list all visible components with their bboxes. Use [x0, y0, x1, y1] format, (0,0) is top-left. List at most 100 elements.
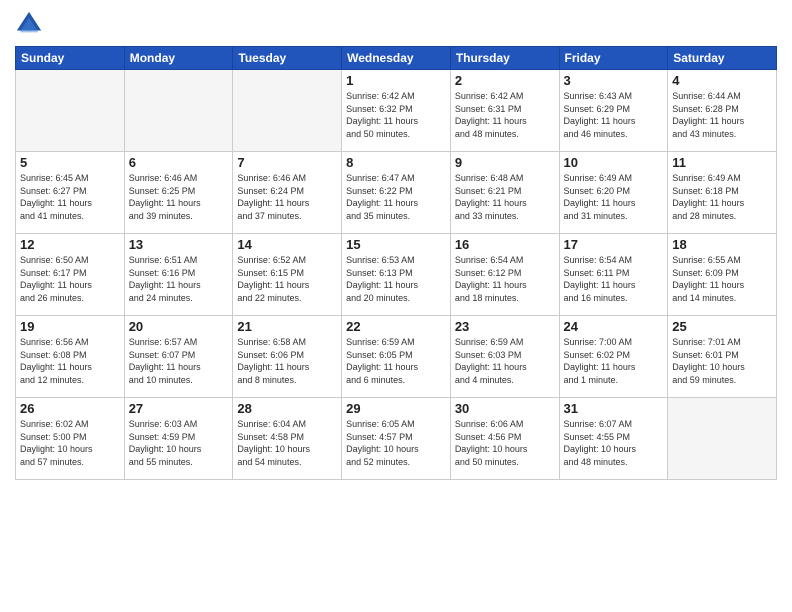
header-cell-friday: Friday	[559, 47, 668, 70]
logo	[15, 10, 47, 38]
day-number: 31	[564, 401, 664, 416]
day-info: Sunrise: 6:03 AM Sunset: 4:59 PM Dayligh…	[129, 418, 229, 468]
day-number: 21	[237, 319, 337, 334]
day-number: 11	[672, 155, 772, 170]
day-info: Sunrise: 6:43 AM Sunset: 6:29 PM Dayligh…	[564, 90, 664, 140]
day-number: 26	[20, 401, 120, 416]
day-number: 4	[672, 73, 772, 88]
day-number: 17	[564, 237, 664, 252]
week-row-0: 1Sunrise: 6:42 AM Sunset: 6:32 PM Daylig…	[16, 70, 777, 152]
day-cell: 25 Sunrise: 7:01 AM Sunset: 6:01 PM Dayli…	[668, 316, 777, 398]
day-number: 25	[672, 319, 772, 334]
day-cell: 10 Sunrise: 6:49 AM Sunset: 6:20 PM Dayli…	[559, 152, 668, 234]
header-cell-monday: Monday	[124, 47, 233, 70]
day-cell	[233, 70, 342, 152]
day-number: 27	[129, 401, 229, 416]
day-cell: 30 Sunrise: 6:06 AM Sunset: 4:56 PM Dayli…	[450, 398, 559, 480]
day-number: 5	[20, 155, 120, 170]
day-cell: 16 Sunrise: 6:54 AM Sunset: 6:12 PM Dayli…	[450, 234, 559, 316]
day-cell: 8 Sunrise: 6:47 AM Sunset: 6:22 PM Daylig…	[342, 152, 451, 234]
day-number: 28	[237, 401, 337, 416]
day-info: Sunrise: 6:54 AM Sunset: 6:11 PM Dayligh…	[564, 254, 664, 304]
day-cell: 12 Sunrise: 6:50 AM Sunset: 6:17 PM Dayli…	[16, 234, 125, 316]
page: SundayMondayTuesdayWednesdayThursdayFrid…	[0, 0, 792, 612]
day-info: Sunrise: 6:50 AM Sunset: 6:17 PM Dayligh…	[20, 254, 120, 304]
day-cell: 17 Sunrise: 6:54 AM Sunset: 6:11 PM Dayli…	[559, 234, 668, 316]
day-cell: 18 Sunrise: 6:55 AM Sunset: 6:09 PM Dayli…	[668, 234, 777, 316]
day-cell: 21 Sunrise: 6:58 AM Sunset: 6:06 PM Dayli…	[233, 316, 342, 398]
day-info: Sunrise: 6:02 AM Sunset: 5:00 PM Dayligh…	[20, 418, 120, 468]
day-number: 2	[455, 73, 555, 88]
day-number: 24	[564, 319, 664, 334]
week-row-2: 12 Sunrise: 6:50 AM Sunset: 6:17 PM Dayli…	[16, 234, 777, 316]
day-info: Sunrise: 6:58 AM Sunset: 6:06 PM Dayligh…	[237, 336, 337, 386]
day-cell: 19Sunrise: 6:56 AM Sunset: 6:08 PM Dayli…	[16, 316, 125, 398]
day-cell	[124, 70, 233, 152]
day-cell: 27 Sunrise: 6:03 AM Sunset: 4:59 PM Dayli…	[124, 398, 233, 480]
week-row-4: 26 Sunrise: 6:02 AM Sunset: 5:00 PM Dayli…	[16, 398, 777, 480]
day-number: 9	[455, 155, 555, 170]
header-cell-wednesday: Wednesday	[342, 47, 451, 70]
day-cell: 2 Sunrise: 6:42 AM Sunset: 6:31 PM Daylig…	[450, 70, 559, 152]
day-info: Sunrise: 6:51 AM Sunset: 6:16 PM Dayligh…	[129, 254, 229, 304]
day-info: Sunrise: 6:55 AM Sunset: 6:09 PM Dayligh…	[672, 254, 772, 304]
day-cell: 4 Sunrise: 6:44 AM Sunset: 6:28 PM Daylig…	[668, 70, 777, 152]
day-cell: 24Sunrise: 7:00 AM Sunset: 6:02 PM Dayli…	[559, 316, 668, 398]
day-info: Sunrise: 6:07 AM Sunset: 4:55 PM Dayligh…	[564, 418, 664, 468]
header-cell-tuesday: Tuesday	[233, 47, 342, 70]
week-row-1: 5 Sunrise: 6:45 AM Sunset: 6:27 PM Daylig…	[16, 152, 777, 234]
day-info: Sunrise: 7:01 AM Sunset: 6:01 PM Dayligh…	[672, 336, 772, 386]
day-number: 30	[455, 401, 555, 416]
day-cell: 14 Sunrise: 6:52 AM Sunset: 6:15 PM Dayli…	[233, 234, 342, 316]
day-info: Sunrise: 6:56 AM Sunset: 6:08 PM Dayligh…	[20, 336, 120, 386]
day-info: Sunrise: 6:46 AM Sunset: 6:24 PM Dayligh…	[237, 172, 337, 222]
day-cell: 9 Sunrise: 6:48 AM Sunset: 6:21 PM Daylig…	[450, 152, 559, 234]
day-info: Sunrise: 6:06 AM Sunset: 4:56 PM Dayligh…	[455, 418, 555, 468]
day-number: 10	[564, 155, 664, 170]
day-cell: 11 Sunrise: 6:49 AM Sunset: 6:18 PM Dayli…	[668, 152, 777, 234]
day-number: 29	[346, 401, 446, 416]
day-info: Sunrise: 6:05 AM Sunset: 4:57 PM Dayligh…	[346, 418, 446, 468]
logo-icon	[15, 10, 43, 38]
day-number: 7	[237, 155, 337, 170]
day-number: 18	[672, 237, 772, 252]
day-number: 13	[129, 237, 229, 252]
day-cell: 6Sunrise: 6:46 AM Sunset: 6:25 PM Daylig…	[124, 152, 233, 234]
day-info: Sunrise: 6:42 AM Sunset: 6:32 PM Dayligh…	[346, 90, 446, 140]
day-info: Sunrise: 6:48 AM Sunset: 6:21 PM Dayligh…	[455, 172, 555, 222]
day-cell: 13 Sunrise: 6:51 AM Sunset: 6:16 PM Dayli…	[124, 234, 233, 316]
day-info: Sunrise: 6:46 AM Sunset: 6:25 PM Dayligh…	[129, 172, 229, 222]
day-cell: 28 Sunrise: 6:04 AM Sunset: 4:58 PM Dayli…	[233, 398, 342, 480]
day-info: Sunrise: 6:45 AM Sunset: 6:27 PM Dayligh…	[20, 172, 120, 222]
day-info: Sunrise: 6:53 AM Sunset: 6:13 PM Dayligh…	[346, 254, 446, 304]
day-info: Sunrise: 6:54 AM Sunset: 6:12 PM Dayligh…	[455, 254, 555, 304]
day-number: 16	[455, 237, 555, 252]
day-number: 20	[129, 319, 229, 334]
header-cell-sunday: Sunday	[16, 47, 125, 70]
day-info: Sunrise: 6:44 AM Sunset: 6:28 PM Dayligh…	[672, 90, 772, 140]
day-info: Sunrise: 6:49 AM Sunset: 6:18 PM Dayligh…	[672, 172, 772, 222]
day-cell: 1Sunrise: 6:42 AM Sunset: 6:32 PM Daylig…	[342, 70, 451, 152]
header-row: SundayMondayTuesdayWednesdayThursdayFrid…	[16, 47, 777, 70]
day-info: Sunrise: 6:04 AM Sunset: 4:58 PM Dayligh…	[237, 418, 337, 468]
day-info: Sunrise: 6:57 AM Sunset: 6:07 PM Dayligh…	[129, 336, 229, 386]
day-info: Sunrise: 6:49 AM Sunset: 6:20 PM Dayligh…	[564, 172, 664, 222]
day-info: Sunrise: 6:42 AM Sunset: 6:31 PM Dayligh…	[455, 90, 555, 140]
day-info: Sunrise: 6:52 AM Sunset: 6:15 PM Dayligh…	[237, 254, 337, 304]
header-cell-thursday: Thursday	[450, 47, 559, 70]
day-number: 22	[346, 319, 446, 334]
day-cell	[16, 70, 125, 152]
week-row-3: 19Sunrise: 6:56 AM Sunset: 6:08 PM Dayli…	[16, 316, 777, 398]
header	[15, 10, 777, 38]
day-number: 12	[20, 237, 120, 252]
day-cell: 7 Sunrise: 6:46 AM Sunset: 6:24 PM Daylig…	[233, 152, 342, 234]
day-number: 23	[455, 319, 555, 334]
day-cell: 5 Sunrise: 6:45 AM Sunset: 6:27 PM Daylig…	[16, 152, 125, 234]
day-cell: 23Sunrise: 6:59 AM Sunset: 6:03 PM Dayli…	[450, 316, 559, 398]
day-cell: 15 Sunrise: 6:53 AM Sunset: 6:13 PM Dayli…	[342, 234, 451, 316]
day-number: 15	[346, 237, 446, 252]
day-cell: 22Sunrise: 6:59 AM Sunset: 6:05 PM Dayli…	[342, 316, 451, 398]
day-number: 14	[237, 237, 337, 252]
day-info: Sunrise: 6:47 AM Sunset: 6:22 PM Dayligh…	[346, 172, 446, 222]
day-number: 8	[346, 155, 446, 170]
